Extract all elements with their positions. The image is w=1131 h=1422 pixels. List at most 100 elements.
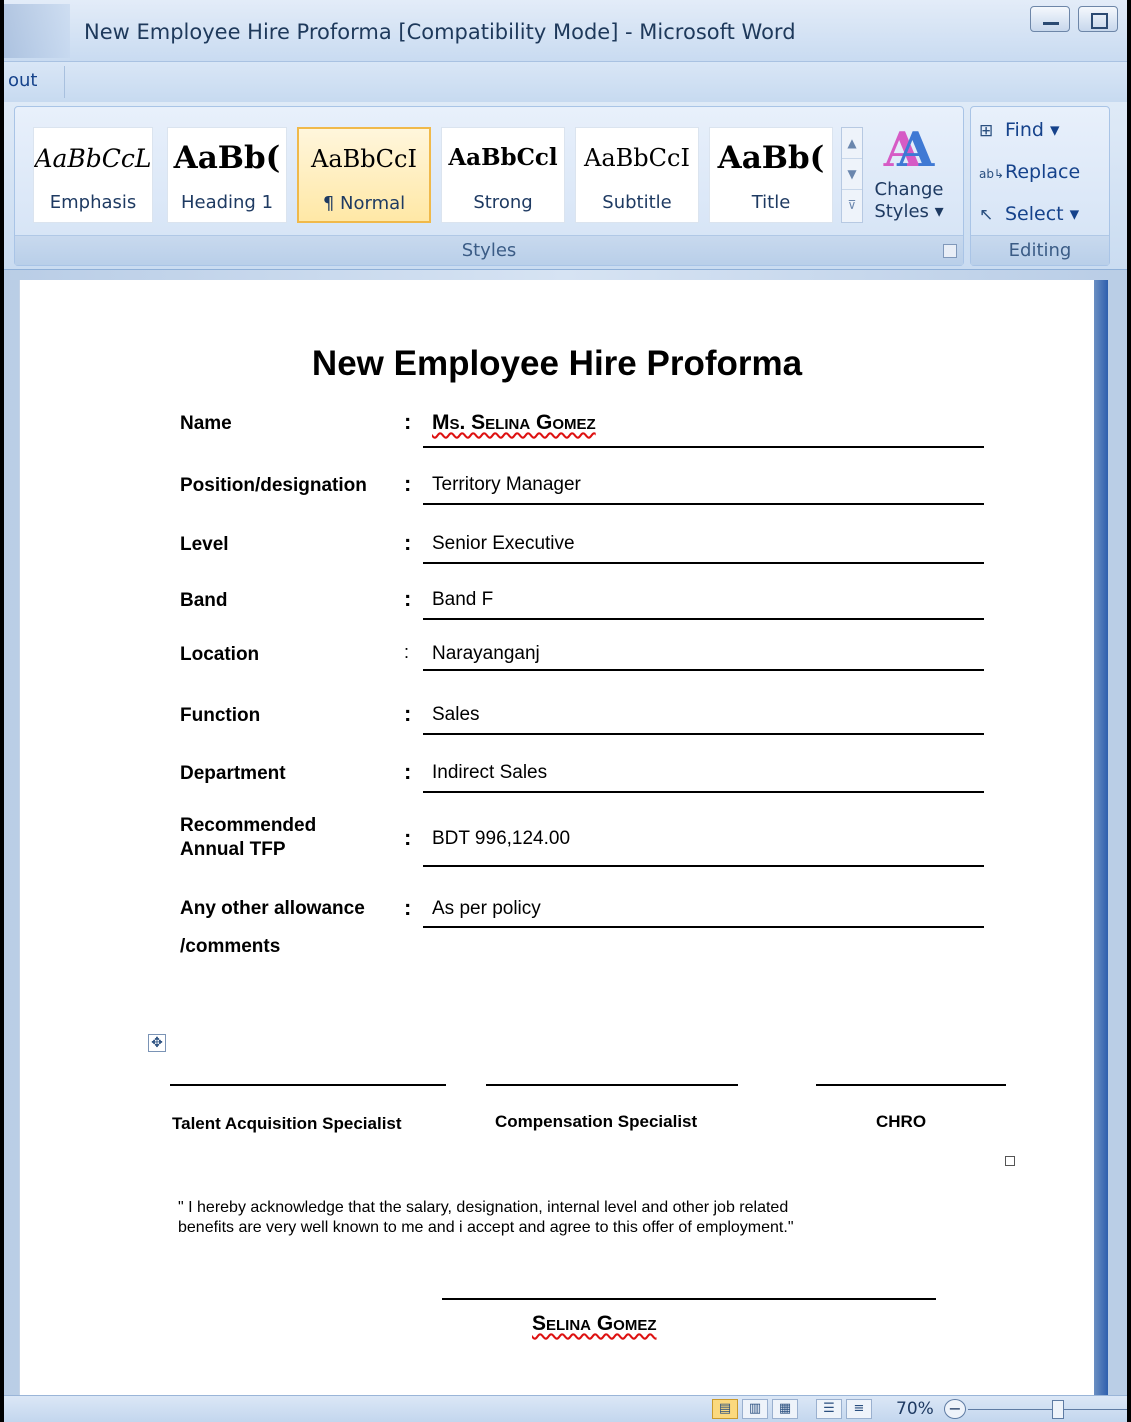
document-area: New Employee Hire Proforma Name : Ms. Se… [0,270,1131,1420]
signature-line [816,1084,1006,1086]
signatory-chro: CHRO [876,1112,927,1131]
field-value-function[interactable]: Sales [432,704,480,726]
signatory-compensation: Compensation Specialist [495,1112,698,1131]
zoom-level[interactable]: 70% [896,1399,934,1419]
styles-group: AaBbCcL Emphasis AaBb( Heading 1 AaBbCcI… [14,106,964,266]
style-label: ¶ Normal [322,193,406,214]
restore-button[interactable] [1078,6,1118,32]
field-label-level: Level [180,534,229,555]
style-strong[interactable]: AaBbCcl Strong [441,127,565,223]
cursor-arrow-icon: ↖ [979,205,994,225]
find-label: Find ▾ [1005,119,1060,141]
zoom-out-icon[interactable]: − [944,1399,966,1419]
find-button[interactable]: ⊞ Find ▾ [979,119,1060,141]
document-scroll-edge [1094,280,1108,1395]
styles-group-label: Styles [15,235,963,265]
zoom-slider-track[interactable] [968,1409,1128,1410]
field-underline [423,669,984,671]
field-colon: : [404,825,412,850]
field-label-tfp-1: Recommended [180,815,317,836]
style-subtitle[interactable]: AaBbCcI Subtitle [575,127,699,223]
gallery-more-icon[interactable]: ⊽ [842,190,862,221]
signee-name: Selina Gomez [532,1312,657,1335]
scroll-down-icon[interactable]: ▼ [842,159,862,190]
styles-gallery-scroll[interactable]: ▲ ▼ ⊽ [841,127,863,223]
editing-group: ⊞ Find ▾ ab↳Replace ↖ Select ▾ Editing [970,106,1110,266]
window-border-right [1127,0,1131,1422]
field-label-function: Function [180,705,261,726]
style-label: Emphasis [49,192,137,213]
scroll-up-icon[interactable]: ▲ [842,128,862,159]
change-styles-label-2: Styles ▾ [874,201,944,222]
style-heading-1[interactable]: AaBb( Heading 1 [167,127,287,223]
field-underline [423,503,984,505]
signee-signature-line [442,1298,936,1300]
table-move-handle-icon[interactable]: ✥ [148,1034,166,1052]
acknowledgement-line-2: benefits are very well known to me and i… [178,1219,794,1236]
field-value-allowance[interactable]: As per policy [432,898,541,920]
style-normal[interactable]: AaBbCcI ¶ Normal [297,127,431,223]
ribbon-tabs: out [0,62,1131,102]
field-label-position: Position/designation [180,475,367,496]
field-label-location: Location [180,644,260,665]
print-layout-icon[interactable]: ▤ [712,1399,738,1419]
field-value-position[interactable]: Territory Manager [432,474,581,496]
replace-icon: ab↳ [979,167,1005,181]
field-label-department: Department [180,763,286,784]
field-underline [423,733,984,735]
document-title: New Employee Hire Proforma [311,344,803,383]
field-value-name[interactable]: Ms. Selina Gomez [432,411,596,435]
field-value-location[interactable]: Narayanganj [432,643,540,665]
field-label-allowance-2: /comments [180,936,281,957]
style-label: Strong [473,192,533,213]
field-colon: : [404,471,412,496]
field-colon: : [404,759,412,784]
field-value-level[interactable]: Senior Executive [432,533,575,555]
tab-page-layout[interactable]: out [8,70,37,91]
replace-button[interactable]: ab↳Replace [979,161,1080,183]
full-screen-reading-icon[interactable]: ▥ [742,1399,768,1419]
web-layout-icon[interactable]: ▦ [772,1399,798,1419]
field-colon: : [404,895,412,920]
quick-access-toolbar[interactable] [4,4,70,58]
document-page[interactable]: New Employee Hire Proforma Name : Ms. Se… [20,280,1094,1420]
style-sample: AaBb( [717,140,825,176]
style-label: Heading 1 [180,192,274,213]
field-colon: : [404,409,412,434]
field-underline [423,791,984,793]
signature-line [170,1084,446,1086]
style-sample: AaBbCcL [34,144,152,173]
signatory-talent-acquisition: Talent Acquisition Specialist [172,1114,402,1133]
styles-dialog-launcher-icon[interactable] [943,244,957,258]
field-colon: : [404,701,412,726]
end-of-cell-marker [1005,1156,1015,1166]
style-sample: AaBbCcl [448,144,558,171]
change-styles-icon: AA [883,122,935,178]
minimize-button[interactable] [1030,6,1070,32]
field-value-band[interactable]: Band F [432,589,493,611]
acknowledgement-text: " I hereby acknowledge that the salary, … [178,1198,968,1238]
select-button[interactable]: ↖ Select ▾ [979,203,1079,225]
field-value-department[interactable]: Indirect Sales [432,762,547,784]
style-label: Subtitle [602,192,672,213]
style-sample: AaBbCcI [584,144,690,172]
change-styles-label-1: Change [874,179,944,200]
field-label-band: Band [180,590,228,611]
signature-line [486,1084,738,1086]
binoculars-icon: ⊞ [979,121,994,141]
field-label-allowance-1: Any other allowance [180,898,365,919]
acknowledgement-line-1: " I hereby acknowledge that the salary, … [178,1199,789,1216]
style-sample: AaBb( [173,140,281,176]
style-title[interactable]: AaBb( Title [709,127,833,223]
replace-label: Replace [1005,161,1081,183]
field-underline [423,926,984,928]
draft-view-icon[interactable]: ≡ [846,1399,872,1419]
field-underline [423,865,984,867]
style-emphasis[interactable]: AaBbCcL Emphasis [33,127,153,223]
style-label: Title [751,192,791,213]
change-styles-button[interactable]: AA Change Styles ▾ [871,121,947,231]
field-value-tfp[interactable]: BDT 996,124.00 [432,828,570,850]
outline-view-icon[interactable]: ☰ [816,1399,842,1419]
editing-group-label: Editing [971,235,1109,265]
zoom-slider-thumb[interactable] [1052,1400,1064,1419]
